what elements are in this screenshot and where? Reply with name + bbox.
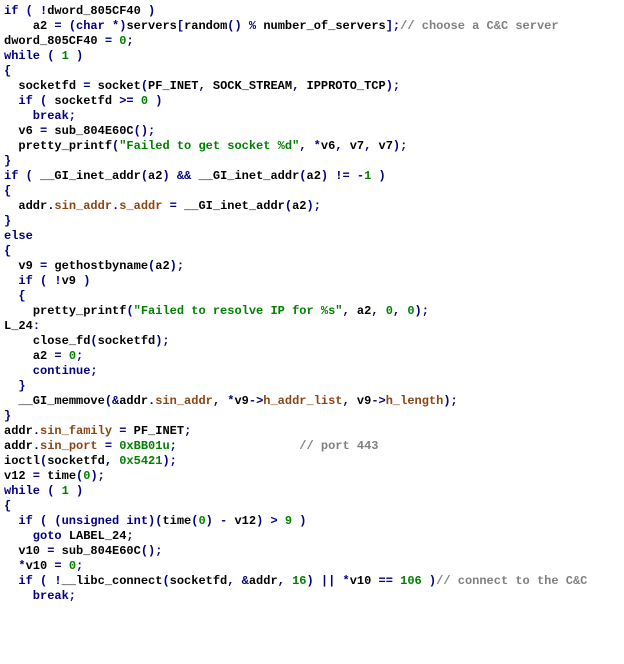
decompiled-code-block: if ( !dword_805CF40 ) a2 = (char *)serve…	[4, 4, 620, 604]
